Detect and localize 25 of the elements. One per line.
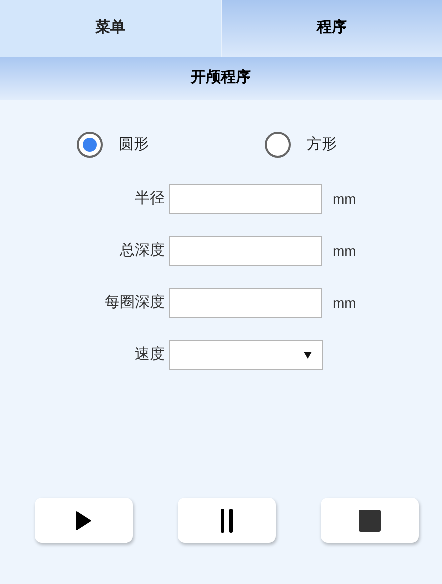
pause-icon — [220, 508, 234, 532]
unit-label: mm — [333, 242, 356, 260]
dropdown-field[interactable] — [169, 340, 323, 370]
stop-button[interactable] — [321, 498, 419, 543]
radio-button[interactable] — [77, 132, 103, 158]
pause-button[interactable] — [178, 498, 276, 543]
dropdown-caret-icon — [304, 352, 312, 358]
unit-label: mm — [333, 294, 356, 312]
tab[interactable]: 菜单 — [0, 0, 222, 57]
input-field[interactable] — [169, 236, 322, 266]
radio-button[interactable] — [265, 132, 291, 158]
unit-label: mm — [333, 190, 356, 208]
stop-icon — [359, 510, 381, 532]
input-field[interactable] — [169, 288, 322, 318]
radio-label: 方形 — [307, 134, 337, 155]
input-field[interactable] — [169, 184, 322, 214]
field-label: 总深度 — [119, 240, 166, 261]
play-icon — [76, 510, 92, 530]
play-button[interactable] — [35, 498, 133, 543]
tab[interactable]: 程序 — [222, 0, 442, 57]
radio-label: 圆形 — [119, 134, 149, 155]
section-header: 开颅程序 — [0, 57, 442, 100]
field-label: 每圈深度 — [104, 292, 166, 313]
field-label: 速度 — [134, 344, 166, 365]
field-label: 半径 — [134, 188, 166, 209]
